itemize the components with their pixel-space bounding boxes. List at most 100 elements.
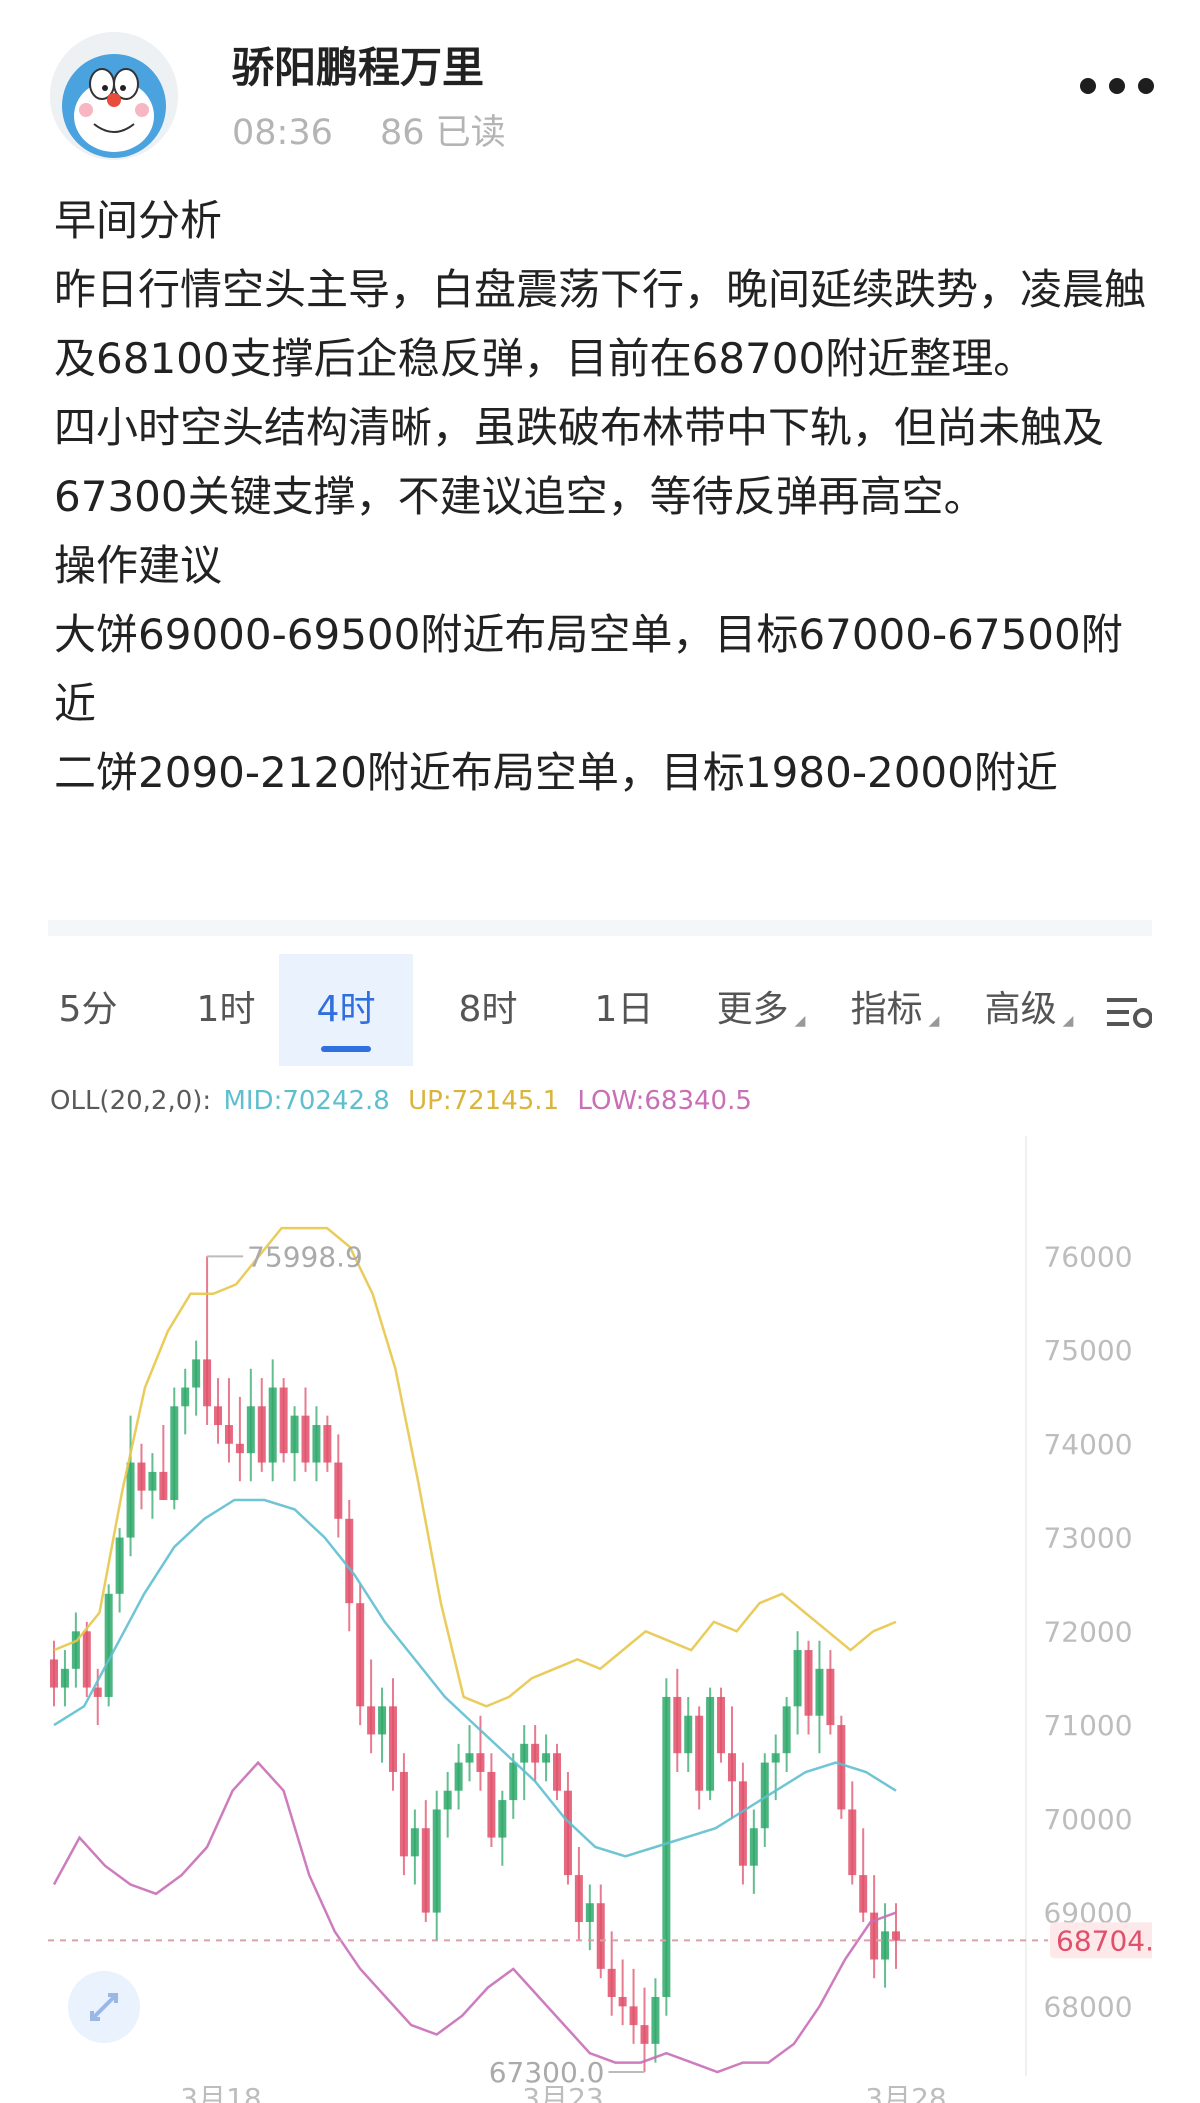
candle-body xyxy=(388,1706,397,1772)
candle-body xyxy=(214,1406,223,1426)
candle-body xyxy=(476,1753,485,1772)
candle-body xyxy=(50,1659,58,1688)
candle-body xyxy=(881,1931,890,1960)
x-tick-label: 3月23 xyxy=(522,2082,603,2103)
candle-body xyxy=(312,1425,321,1463)
candle-body xyxy=(629,2006,638,2026)
candle-body xyxy=(290,1415,299,1454)
y-tick-label: 68000 xyxy=(1043,1990,1132,2023)
candle-body xyxy=(301,1415,310,1463)
candle-body xyxy=(585,1903,594,1922)
candle-body xyxy=(345,1518,354,1604)
candle-body xyxy=(640,2025,649,2044)
post-paragraph-1: 昨日行情空头主导，白盘震荡下行，晚间延续跌势，凌晨触及68100支撑后企稳反弹，… xyxy=(54,265,1147,383)
high-annotation-label: 75998.9 xyxy=(247,1240,363,1273)
author-name[interactable]: 骄阳鹏程万里 xyxy=(232,34,484,95)
candle-body xyxy=(771,1753,780,1763)
current-price-label: 68704.0 xyxy=(1056,1924,1152,1957)
candle-body xyxy=(859,1875,868,1913)
candle-body xyxy=(520,1743,529,1763)
candle-body xyxy=(673,1696,682,1754)
candle-body xyxy=(421,1828,430,1913)
candle-body xyxy=(203,1359,212,1407)
post-paragraph-2: 四小时空头结构清晰，虽跌破布林带中下轨，但尚未触及67300关键支撑，不建议追空… xyxy=(54,403,1105,521)
candle-body xyxy=(727,1753,736,1782)
post-meta: 08:36 86 已读 xyxy=(232,104,542,155)
candle-body xyxy=(738,1781,747,1866)
candle-body xyxy=(410,1828,419,1857)
y-tick-label: 76000 xyxy=(1043,1240,1132,1273)
read-count: 86 已读 xyxy=(380,113,506,153)
candle-body xyxy=(235,1443,244,1454)
candle-body xyxy=(498,1800,507,1838)
candle-body xyxy=(531,1743,540,1763)
post-body: 早间分析 昨日行情空头主导，白盘震荡下行，晚间延续跌势，凌晨触及68100支撑后… xyxy=(54,186,1164,929)
eth-advice: 二饼2090-2120附近布局空单，目标1980-2000附近 xyxy=(54,748,1058,797)
more-options-icon[interactable] xyxy=(1080,78,1190,114)
kline-chart-card: 5分 1时 4时 8时 1日 更多 ◢ 指标 ◢ 高级 ◢ OLL(20,2,0): … xyxy=(48,920,1152,2103)
boll-upper-line xyxy=(53,1226,897,1708)
candle-body xyxy=(563,1790,572,1876)
candle-body xyxy=(804,1650,813,1716)
y-tick-label: 74000 xyxy=(1043,1428,1132,1461)
candle-body xyxy=(279,1387,288,1454)
candle-body xyxy=(574,1875,583,1922)
doraemon-avatar-icon xyxy=(50,32,178,160)
candle-body xyxy=(706,1696,715,1791)
candle-body xyxy=(323,1425,332,1463)
candle-body xyxy=(137,1462,146,1491)
candle-body xyxy=(662,1696,671,1997)
candle-body xyxy=(170,1406,179,1501)
candle-body xyxy=(749,1828,758,1866)
candle-body xyxy=(782,1706,791,1754)
candle-body xyxy=(148,1471,157,1491)
post-time: 08:36 xyxy=(232,113,333,153)
candle-body xyxy=(695,1715,704,1791)
candle-body xyxy=(334,1462,343,1519)
candle-body xyxy=(93,1687,102,1697)
x-tick-label: 3月28 xyxy=(865,2082,946,2103)
candle-body xyxy=(399,1771,408,1857)
candle-body xyxy=(268,1387,277,1463)
candle-body xyxy=(356,1603,365,1707)
candle-body xyxy=(115,1537,124,1594)
candle-body xyxy=(837,1725,846,1810)
candle-body xyxy=(618,1996,627,2007)
candle-body xyxy=(717,1696,726,1754)
candle-body xyxy=(181,1387,190,1407)
candle-body xyxy=(553,1753,562,1791)
post-header: 骄阳鹏程万里 08:36 86 已读 xyxy=(0,0,1200,170)
candle-body xyxy=(596,1903,605,1969)
author-avatar[interactable] xyxy=(50,32,178,160)
candle-body xyxy=(82,1631,91,1688)
candle-body xyxy=(443,1790,452,1810)
candle-body xyxy=(826,1668,835,1726)
boll-lower-line xyxy=(52,1760,897,2074)
candle-body xyxy=(454,1762,463,1791)
candlestick-chart[interactable]: 7600075000740007300072000710007000069000… xyxy=(48,936,1152,2103)
x-tick-label: 3月18 xyxy=(180,2082,261,2103)
candle-body xyxy=(542,1753,551,1763)
candle-body xyxy=(651,1996,660,2044)
y-tick-label: 72000 xyxy=(1043,1615,1132,1648)
advice-heading: 操作建议 xyxy=(54,541,223,590)
y-tick-label: 71000 xyxy=(1043,1709,1132,1742)
candle-body xyxy=(60,1668,69,1688)
candle-body xyxy=(367,1706,376,1735)
candle-body xyxy=(104,1593,113,1697)
candle-body xyxy=(607,1968,616,1997)
candle-body xyxy=(192,1359,201,1388)
y-tick-label: 70000 xyxy=(1043,1803,1132,1836)
candle-body xyxy=(487,1771,496,1838)
y-tick-label: 75000 xyxy=(1043,1334,1132,1367)
candle-body xyxy=(684,1715,693,1754)
post-heading: 早间分析 xyxy=(54,196,223,245)
candle-body xyxy=(465,1753,474,1763)
candle-body xyxy=(892,1931,900,1941)
boll-mid-line xyxy=(53,1498,897,1858)
candle-body xyxy=(246,1406,255,1454)
candle-body xyxy=(509,1762,518,1801)
fullscreen-button[interactable] xyxy=(68,1971,140,2043)
candle-body xyxy=(224,1425,233,1444)
candle-body xyxy=(159,1471,168,1501)
